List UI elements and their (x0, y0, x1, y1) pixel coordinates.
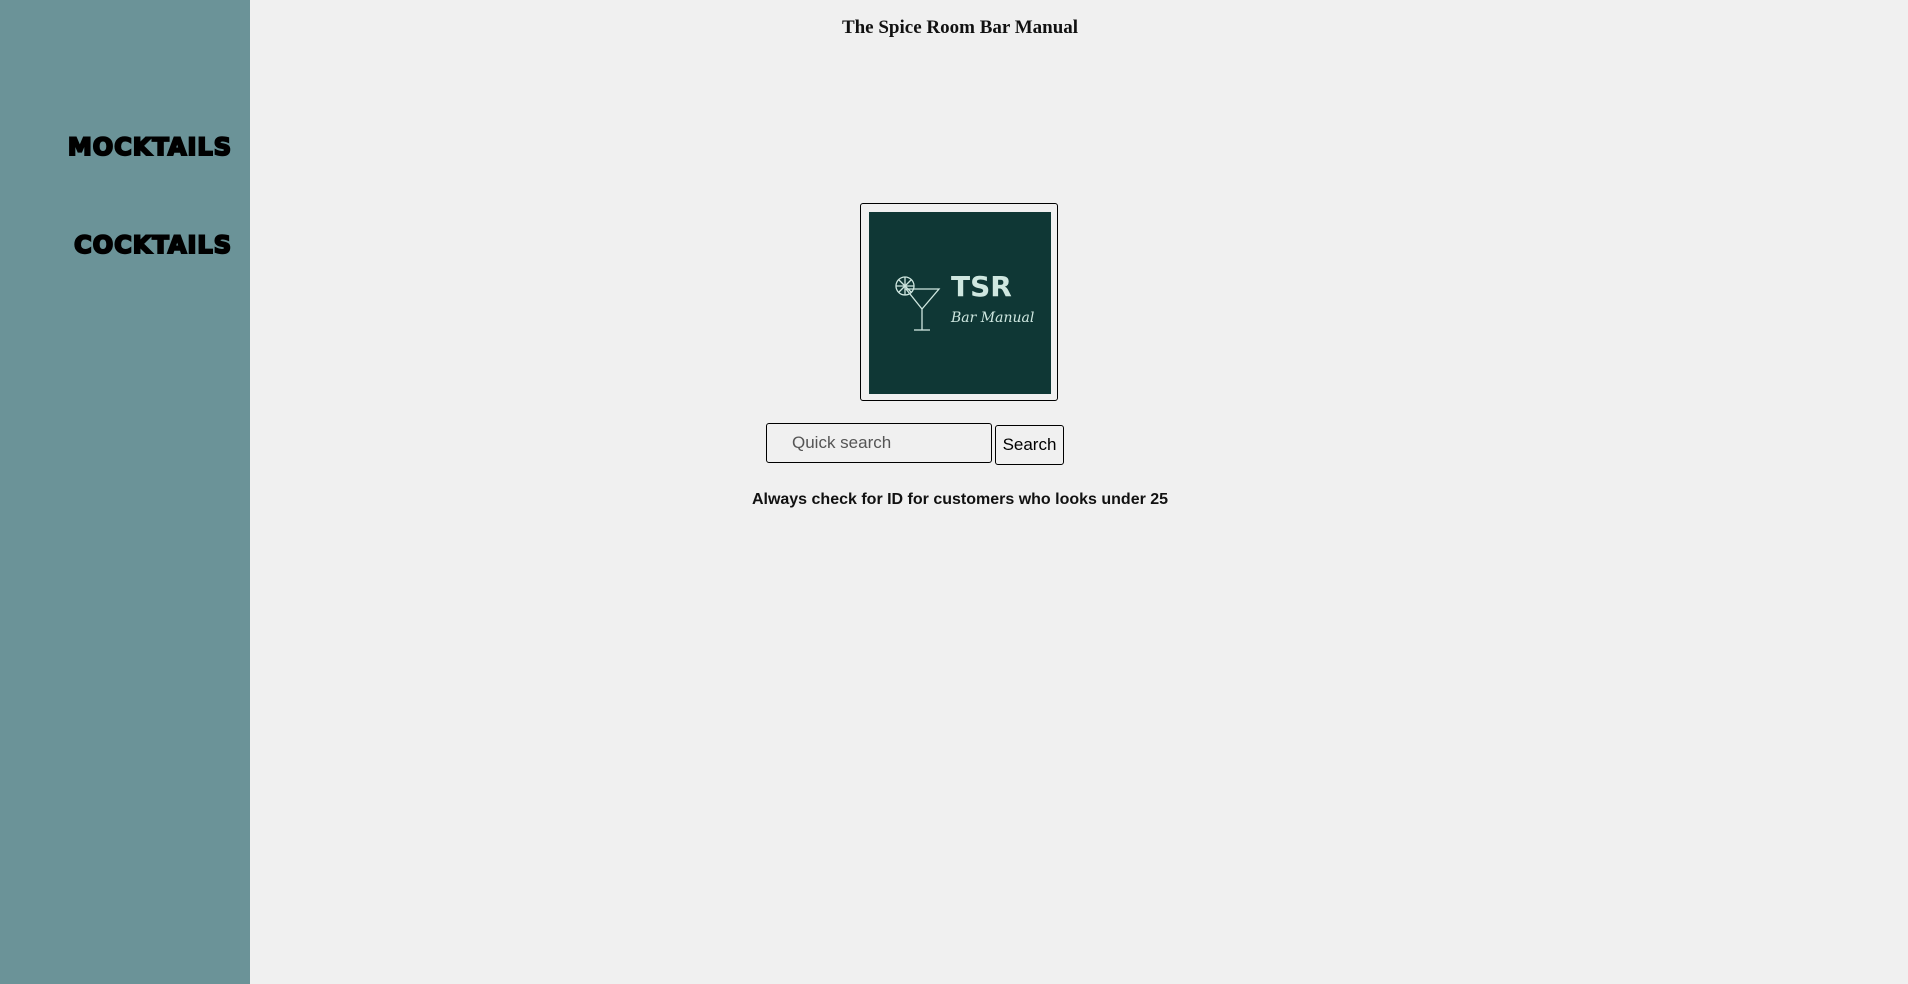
sidebar: mocktails cocktails (0, 0, 250, 984)
logo-tagline: Bar Manual (951, 310, 1035, 326)
search-button[interactable]: Search (995, 425, 1064, 465)
cocktail-glass-icon (895, 276, 941, 331)
sidebar-item-mocktails[interactable]: mocktails (67, 123, 232, 165)
logo-wordmark: TSR (951, 270, 1012, 303)
page-title: The Spice Room Bar Manual (841, 17, 1079, 38)
main-content: The Spice Room Bar Manual Search Always … (250, 0, 1908, 984)
logo (869, 212, 1051, 394)
sidebar-item-cocktails[interactable]: cocktails (73, 221, 232, 263)
search-input[interactable] (766, 423, 992, 463)
id-check-notice: Always check for ID for customers who lo… (751, 491, 1169, 508)
